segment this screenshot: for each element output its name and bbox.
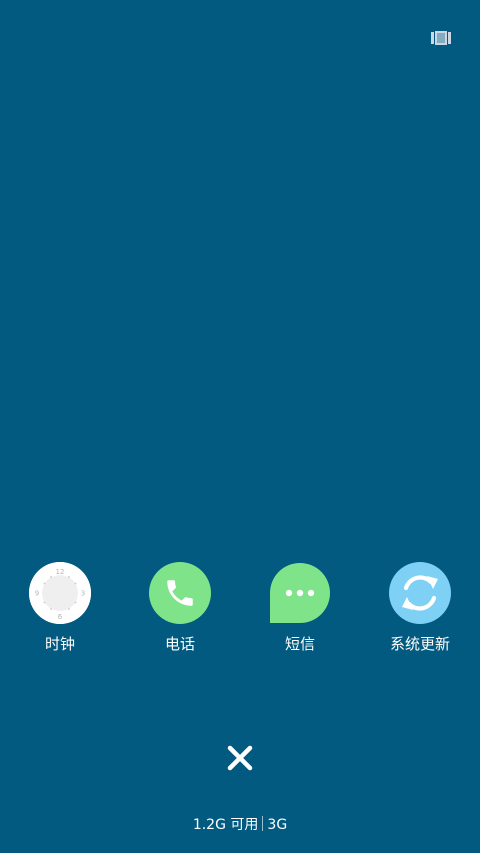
clock-icon: 12 3 6 9 [29,562,91,624]
app-phone[interactable]: 电话 [130,562,230,653]
phone-icon [149,562,211,624]
app-clock[interactable]: 12 3 6 9 时钟 [10,562,110,653]
update-icon [389,562,451,624]
network-type: 3G [267,817,288,833]
recent-apps-screen: 12 3 6 9 时钟 电话 短信 系统更新 1.2G 可用 3G [0,0,480,853]
recents-layout-icon [431,31,451,45]
clock-number-6: 6 [58,613,63,621]
app-messages[interactable]: 短信 [250,562,350,653]
recent-apps-row: 12 3 6 9 时钟 电话 短信 系统更新 [0,562,480,662]
message-icon [269,562,331,624]
app-label-clock: 时钟 [44,635,75,653]
memory-available: 1.2G 可用 [192,817,259,833]
close-icon [227,745,253,771]
clock-number-9: 9 [35,590,39,598]
clock-number-12: 12 [56,568,65,576]
app-label-system-update: 系统更新 [389,635,450,653]
app-label-messages: 短信 [284,635,315,653]
clock-number-3: 3 [81,590,85,598]
status-divider [262,816,264,831]
clear-all-button[interactable] [220,738,260,778]
recents-toggle-button[interactable] [430,29,452,47]
app-system-update[interactable]: 系统更新 [370,562,470,653]
memory-status: 1.2G 可用 3G [0,816,480,834]
app-label-phone: 电话 [164,635,195,653]
